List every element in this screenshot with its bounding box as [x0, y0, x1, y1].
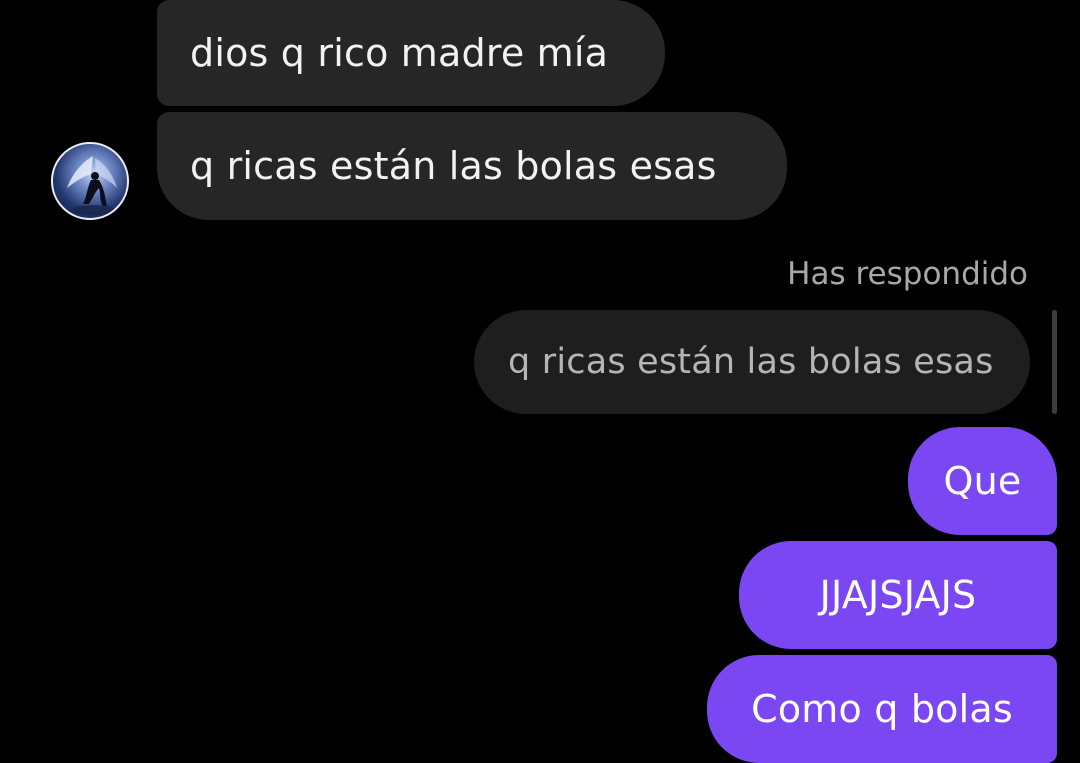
message-text: dios q rico madre mía — [190, 31, 609, 75]
quoted-message-bubble[interactable]: q ricas están las bolas esas — [474, 310, 1030, 414]
message-bubble-incoming[interactable]: dios q rico madre mía — [157, 0, 665, 106]
message-text: Como q bolas — [751, 687, 1013, 731]
reply-indicator-bar — [1052, 310, 1057, 414]
contact-avatar[interactable] — [51, 142, 129, 220]
message-text: q ricas están las bolas esas — [190, 144, 717, 188]
quoted-message-text: q ricas están las bolas esas — [508, 342, 994, 382]
reply-context-label: Has respondido — [787, 256, 1028, 292]
message-text: JJAJSJAJS — [819, 573, 977, 617]
message-bubble-outgoing[interactable]: JJAJSJAJS — [739, 541, 1057, 649]
message-text: Que — [943, 459, 1022, 503]
angel-avatar-icon — [67, 156, 117, 215]
message-bubble-incoming[interactable]: q ricas están las bolas esas — [157, 112, 787, 220]
message-bubble-outgoing[interactable]: Como q bolas — [707, 655, 1057, 763]
message-bubble-outgoing[interactable]: Que — [908, 427, 1057, 535]
